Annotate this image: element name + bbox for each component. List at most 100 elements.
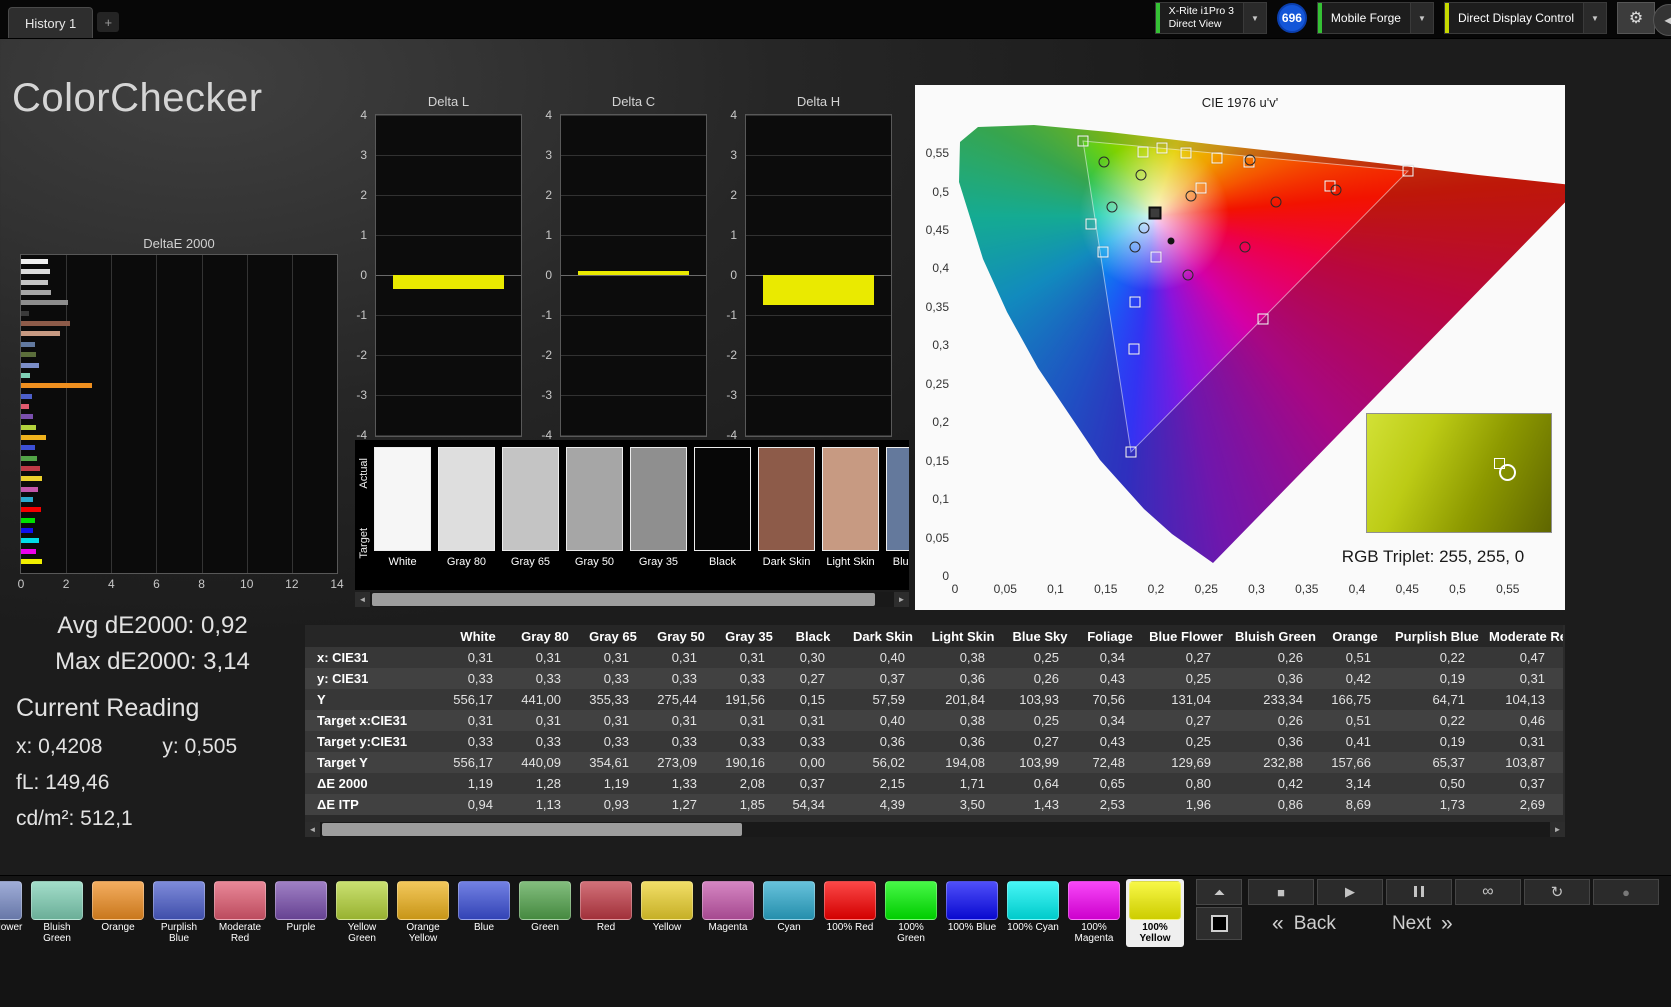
table-cell: 2,15 — [879, 776, 905, 791]
table-cell: 441,00 — [521, 692, 561, 707]
scrollbar-thumb[interactable] — [322, 823, 742, 836]
scrollbar-track[interactable] — [370, 592, 894, 607]
swatch-gray-80[interactable]: Gray 80 — [438, 447, 495, 568]
delta-gridline — [746, 395, 891, 396]
stop-button[interactable]: ■ — [1248, 879, 1314, 905]
play-button[interactable]: ▶ — [1317, 879, 1383, 905]
table-cell: 1,73 — [1439, 797, 1465, 812]
settings-button[interactable]: ⚙ — [1617, 2, 1655, 34]
patch-button-cyan[interactable]: Cyan — [760, 879, 818, 947]
swatch-black[interactable]: Black — [694, 447, 751, 568]
pause-button[interactable] — [1386, 879, 1452, 905]
patch-label: 100% Red — [826, 922, 874, 933]
scroll-left-button[interactable]: ◄ — [305, 822, 320, 837]
table-cell: 1,28 — [535, 776, 561, 791]
scroll-right-button[interactable]: ► — [894, 592, 909, 607]
cie-axis-tick: 0,55 — [925, 146, 949, 161]
table-cell: 233,34 — [1263, 692, 1303, 707]
patch-button-100-green[interactable]: 100% Green — [882, 879, 940, 947]
table-cell: 0,33 — [739, 671, 765, 686]
cie-whitepoint-marker — [1148, 206, 1162, 220]
patch-button-100-cyan[interactable]: 100% Cyan — [1004, 879, 1062, 947]
stop-icon: ■ — [1277, 884, 1285, 900]
de-bar-orange-yellow — [21, 434, 46, 440]
swatch-strip-scrollbar[interactable]: ◄ ► — [355, 592, 909, 607]
table-cell: 0,42 — [1345, 671, 1371, 686]
chevron-down-icon[interactable]: ▼ — [1409, 3, 1433, 33]
cie-measured-marker — [1270, 196, 1282, 208]
history-tab[interactable]: History 1 — [8, 7, 94, 38]
pattern-window-button[interactable] — [1196, 907, 1242, 940]
scrollbar-thumb[interactable] — [372, 593, 876, 606]
patch-button-moderate-red[interactable]: Moderate Red — [211, 879, 269, 947]
table-cell: 0,22 — [1439, 650, 1465, 665]
swatch-color — [438, 447, 495, 551]
measure-indicator-button[interactable]: ● — [1593, 879, 1659, 905]
back-button[interactable]: « Back — [1248, 907, 1360, 940]
patch-button-blue[interactable]: Blue — [455, 879, 513, 947]
loop-button[interactable]: ↻ — [1524, 879, 1590, 905]
chevron-down-icon[interactable]: ▼ — [1242, 3, 1266, 33]
patch-button-100-magenta[interactable]: 100% Magenta — [1065, 879, 1123, 947]
cie-target-marker — [1211, 152, 1223, 164]
delta-gridline — [561, 155, 706, 156]
patch-label: Bluish Green — [43, 922, 71, 944]
patch-button-100-blue[interactable]: 100% Blue — [943, 879, 1001, 947]
table-cell: 0,37 — [1519, 776, 1545, 791]
swatch-dark-skin[interactable]: Dark Skin — [758, 447, 815, 568]
patch-button-orange-yellow[interactable]: Orange Yellow — [394, 879, 452, 947]
expand-pattern-list-button[interactable]: ▲ — [1196, 879, 1242, 905]
swatch-blue-sky[interactable]: Blue Sky — [886, 447, 909, 568]
continuous-measure-button[interactable]: ∞ — [1455, 879, 1521, 905]
delta-axis-tick: 2 — [545, 188, 552, 202]
patch-button-100-yellow[interactable]: 100% Yellow — [1126, 879, 1184, 947]
patch-button-purple[interactable]: Purple — [272, 879, 330, 947]
swatch-gray-35[interactable]: Gray 35 — [630, 447, 687, 568]
patch-button-yellow-green[interactable]: Yellow Green — [333, 879, 391, 947]
patch-button-100-red[interactable]: 100% Red — [821, 879, 879, 947]
table-cell: 0,37 — [799, 776, 825, 791]
meter-dropdown[interactable]: X-Rite i1Pro 3 Direct View ▼ — [1154, 2, 1267, 34]
patch-button-purplish-blue[interactable]: Purplish Blue — [150, 879, 208, 947]
cie-target-marker — [1257, 313, 1269, 325]
next-button[interactable]: Next » — [1368, 907, 1477, 940]
cie-axis-tick: 0,25 — [1194, 582, 1218, 596]
table-cell: 0,30 — [799, 650, 825, 665]
de-axis-tick: 8 — [198, 577, 205, 591]
source-dropdown[interactable]: Mobile Forge ▼ — [1316, 2, 1434, 34]
table-cell: 2,53 — [1099, 797, 1125, 812]
add-history-tab-button[interactable]: + — [97, 12, 120, 32]
table-cell: 0,31 — [739, 713, 765, 728]
patch-button-bluish-green[interactable]: Bluish Green — [28, 879, 86, 947]
table-cell: 1,96 — [1185, 797, 1211, 812]
scroll-right-button[interactable]: ► — [1550, 822, 1565, 837]
display-control-dropdown[interactable]: Direct Display Control ▼ — [1443, 2, 1607, 34]
table-cell: 0,80 — [1185, 776, 1211, 791]
delta-h-title: Delta H — [796, 94, 841, 109]
swatch-gray-50[interactable]: Gray 50 — [566, 447, 623, 568]
table-cell: 0,36 — [959, 734, 985, 749]
gear-icon: ⚙ — [1628, 10, 1644, 27]
table-cell: 0,31 — [467, 713, 493, 728]
scrollbar-track[interactable] — [320, 822, 1550, 837]
column-header-black: Black — [783, 625, 843, 647]
table-cell: 0,31 — [671, 650, 697, 665]
swatch-light-skin[interactable]: Light Skin — [822, 447, 879, 568]
patch-button-orange[interactable]: Orange — [89, 879, 147, 947]
table-cell: 0,31 — [603, 713, 629, 728]
cie-axis-tick: 0,5 — [932, 184, 949, 199]
delta-gridline — [376, 315, 521, 316]
cie-target-marker — [1137, 146, 1149, 158]
scroll-left-button[interactable]: ◄ — [355, 592, 370, 607]
swatch-white[interactable]: White — [374, 447, 431, 568]
patch-button-magenta[interactable]: Magenta — [699, 879, 757, 947]
chevron-down-icon[interactable]: ▼ — [1583, 3, 1606, 33]
table-scrollbar[interactable]: ◄ ► — [305, 822, 1565, 837]
patch-button-blue-flower[interactable]: Blue Flower — [0, 879, 25, 947]
patch-button-red[interactable]: Red — [577, 879, 635, 947]
delta-l-plot — [375, 114, 522, 437]
display-control-label: Direct Display Control — [1457, 10, 1574, 25]
swatch-gray-65[interactable]: Gray 65 — [502, 447, 559, 568]
patch-button-green[interactable]: Green — [516, 879, 574, 947]
patch-button-yellow[interactable]: Yellow — [638, 879, 696, 947]
